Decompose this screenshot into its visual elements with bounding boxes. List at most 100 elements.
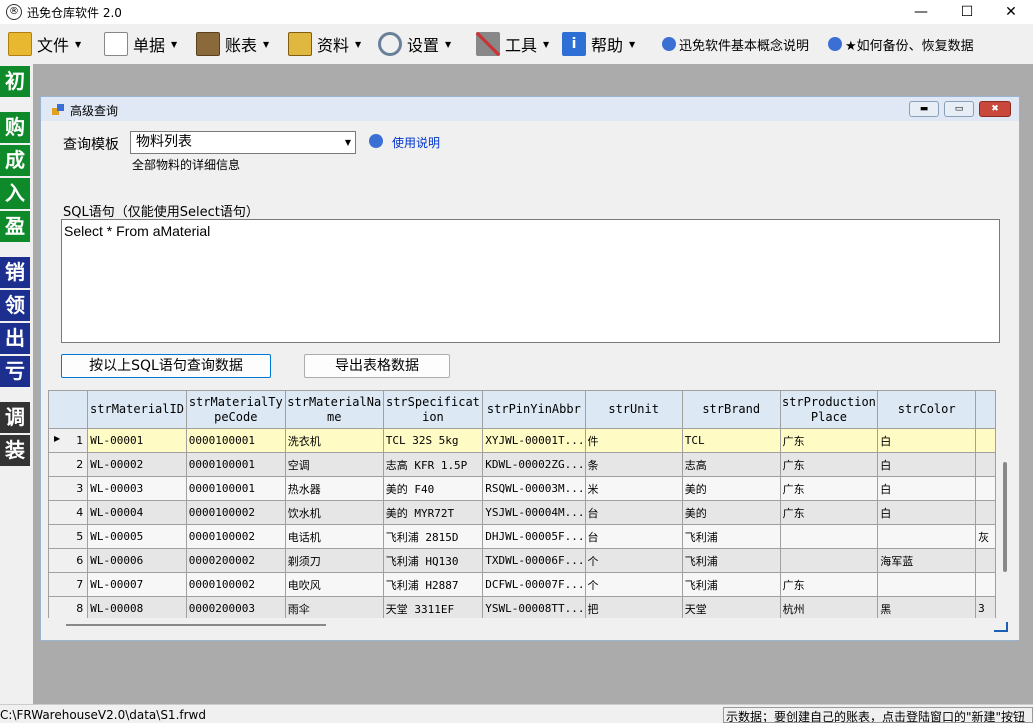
table-cell[interactable]: [975, 452, 996, 477]
column-header[interactable]: strColor: [877, 390, 977, 429]
table-cell[interactable]: [975, 428, 996, 453]
table-cell[interactable]: 飞利浦 H2887: [382, 572, 484, 597]
table-cell[interactable]: 美的: [681, 476, 781, 501]
column-header[interactable]: strBrand: [681, 390, 781, 429]
menu-help[interactable]: i 帮助 ▼: [562, 30, 635, 58]
quick-loss[interactable]: 亏: [0, 356, 30, 387]
table-cell[interactable]: 件: [584, 428, 683, 453]
table-cell[interactable]: XYJWL-00001T...: [482, 428, 586, 453]
menu-reports[interactable]: 账表 ▼: [196, 30, 269, 58]
table-cell[interactable]: 个: [584, 548, 683, 573]
child-close-button[interactable]: ✖: [979, 101, 1011, 117]
table-cell[interactable]: TCL: [681, 428, 781, 453]
sql-textarea[interactable]: Select * From aMaterial: [61, 219, 1000, 343]
table-cell[interactable]: 天堂 3311EF: [382, 596, 484, 618]
table-cell[interactable]: 志高: [681, 452, 781, 477]
table-cell[interactable]: 飞利浦: [681, 548, 781, 573]
table-cell[interactable]: 米: [584, 476, 683, 501]
quick-sales[interactable]: 销: [0, 257, 30, 288]
table-cell[interactable]: 个: [584, 572, 683, 597]
menu-file[interactable]: 文件 ▼: [8, 30, 81, 58]
table-cell[interactable]: DCFWL-00007F...: [482, 572, 586, 597]
quick-inbound[interactable]: 入: [0, 178, 30, 209]
table-cell[interactable]: 台: [584, 524, 683, 549]
table-cell[interactable]: KDWL-00002ZG...: [482, 452, 586, 477]
table-cell[interactable]: WL-00006: [87, 548, 187, 573]
template-select[interactable]: 物料列表 ▼: [130, 131, 356, 154]
table-cell[interactable]: 0000100001: [185, 452, 286, 477]
child-minimize-button[interactable]: ▬: [909, 101, 939, 117]
table-cell[interactable]: 电吹风: [284, 572, 384, 597]
table-cell[interactable]: 0000100002: [185, 524, 286, 549]
column-header[interactable]: [975, 390, 996, 429]
export-table-button[interactable]: 导出表格数据: [304, 354, 450, 378]
quick-surplus[interactable]: 盈: [0, 211, 30, 242]
table-cell[interactable]: 广东: [779, 476, 879, 501]
table-cell[interactable]: WL-00007: [87, 572, 187, 597]
table-cell[interactable]: [975, 476, 996, 501]
table-cell[interactable]: 志高 KFR 1.5P: [382, 452, 484, 477]
table-cell[interactable]: 白: [877, 476, 977, 501]
quick-purchase[interactable]: 购: [0, 112, 30, 143]
table-cell[interactable]: 洗衣机: [284, 428, 384, 453]
row-header[interactable]: 4: [48, 500, 89, 525]
grid-vertical-scrollbar[interactable]: [996, 390, 1016, 618]
column-header[interactable]: strProductionPlace: [779, 390, 879, 429]
table-cell[interactable]: 杭州: [779, 596, 879, 618]
maximize-button[interactable]: ☐: [944, 0, 990, 24]
menu-master-data[interactable]: 资料 ▼: [288, 30, 361, 58]
table-cell[interactable]: [877, 524, 977, 549]
quick-assembly[interactable]: 装: [0, 435, 30, 466]
row-header[interactable]: 8: [48, 596, 89, 618]
table-cell[interactable]: 美的 F40: [382, 476, 484, 501]
table-cell[interactable]: 白: [877, 428, 977, 453]
menu-documents[interactable]: 单据 ▼: [104, 30, 177, 58]
table-cell[interactable]: 飞利浦: [681, 572, 781, 597]
quick-init[interactable]: 初: [0, 66, 30, 97]
table-cell[interactable]: TCL 32S 5kg: [382, 428, 484, 453]
table-cell[interactable]: 0000100002: [185, 500, 286, 525]
scroll-thumb[interactable]: [66, 624, 326, 626]
table-cell[interactable]: 0000100001: [185, 476, 286, 501]
table-row[interactable]: 4 WL-00004 0000100002 饮水机 美的 MYR72T YSJWL-000…: [48, 500, 996, 525]
quick-transfer[interactable]: 调: [0, 402, 30, 433]
table-row[interactable]: 5 WL-00005 0000100002 电话机 飞利浦 2815D DHJWL-000…: [48, 524, 996, 549]
row-header[interactable]: 6: [48, 548, 89, 573]
table-cell[interactable]: 白: [877, 452, 977, 477]
table-cell[interactable]: 条: [584, 452, 683, 477]
table-cell[interactable]: 飞利浦 2815D: [382, 524, 484, 549]
table-cell[interactable]: YSWL-00008TT...: [482, 596, 586, 618]
link-backup-restore[interactable]: ★如何备份、恢复数据: [828, 30, 974, 58]
resize-grip[interactable]: [994, 622, 1008, 632]
menu-tools[interactable]: 工具 ▼: [476, 30, 549, 58]
table-cell[interactable]: [975, 500, 996, 525]
table-cell[interactable]: WL-00002: [87, 452, 187, 477]
table-cell[interactable]: 电话机: [284, 524, 384, 549]
table-cell[interactable]: WL-00001: [87, 428, 187, 453]
table-cell[interactable]: [779, 548, 879, 573]
table-row[interactable]: 6 WL-00006 0000200002 剃须刀 飞利浦 HQ130 TXDWL-000…: [48, 548, 996, 573]
table-cell[interactable]: [975, 548, 996, 573]
table-row[interactable]: 8 WL-00008 0000200003 雨伞 天堂 3311EF YSWL-00008…: [48, 596, 996, 618]
table-cell[interactable]: 灰: [975, 524, 996, 549]
scroll-thumb[interactable]: [1003, 462, 1007, 572]
table-cell[interactable]: YSJWL-00004M...: [482, 500, 586, 525]
table-cell[interactable]: 0000200003: [185, 596, 286, 618]
row-header[interactable]: 3: [48, 476, 89, 501]
table-cell[interactable]: 饮水机: [284, 500, 384, 525]
column-header[interactable]: strMaterialTypeCode: [185, 390, 286, 429]
usage-help-link[interactable]: 使用说明: [392, 134, 440, 151]
table-cell[interactable]: 天堂: [681, 596, 781, 618]
minimize-button[interactable]: —: [898, 0, 944, 24]
row-header[interactable]: ▶ 1: [48, 428, 89, 453]
table-row[interactable]: 3 WL-00003 0000100001 热水器 美的 F40 RSQWL-00003M…: [48, 476, 996, 501]
table-cell[interactable]: 广东: [779, 572, 879, 597]
table-cell[interactable]: 把: [584, 596, 683, 618]
table-cell[interactable]: 台: [584, 500, 683, 525]
column-header[interactable]: strMaterialName: [284, 390, 384, 429]
table-cell[interactable]: [877, 572, 977, 597]
table-cell[interactable]: WL-00008: [87, 596, 187, 618]
table-cell[interactable]: 白: [877, 500, 977, 525]
results-grid[interactable]: strMaterialID strMaterialTypeCode strMat…: [48, 390, 996, 618]
table-cell[interactable]: 飞利浦: [681, 524, 781, 549]
